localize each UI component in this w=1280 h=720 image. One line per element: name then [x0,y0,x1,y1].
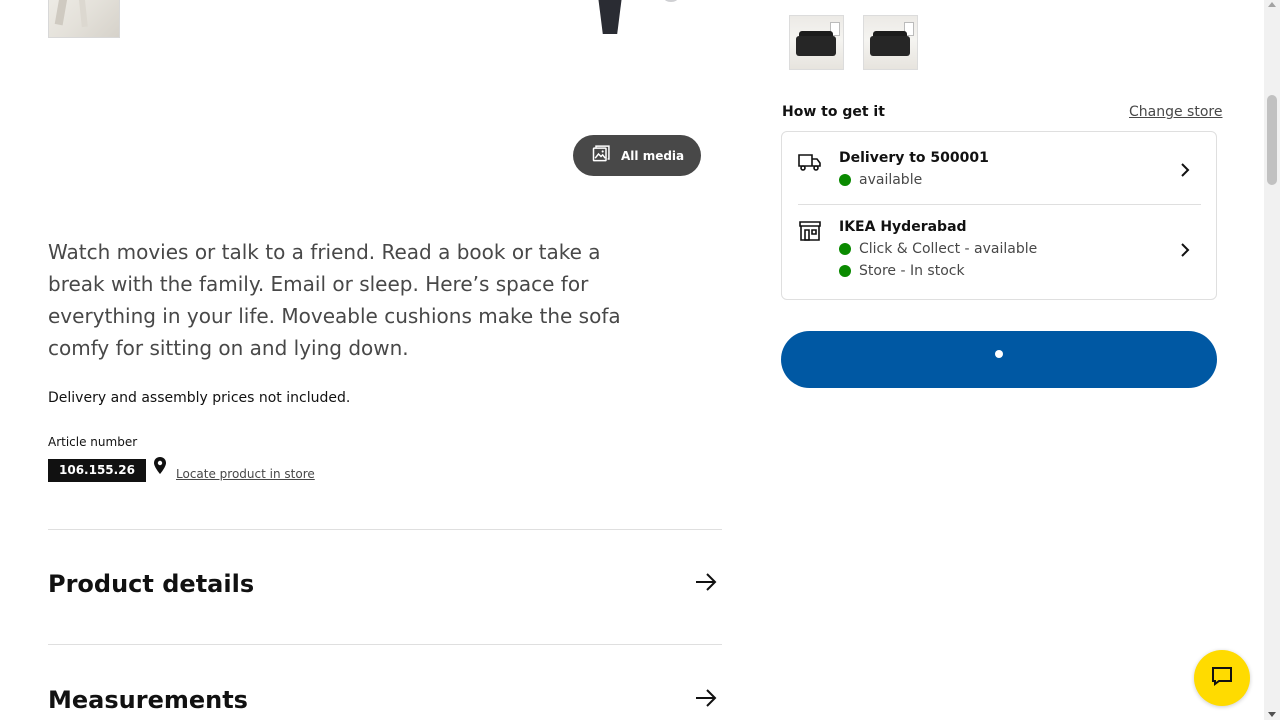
all-media-label: All media [621,148,685,163]
chat-button[interactable] [1194,650,1250,706]
product-image-fragment-detail [664,0,678,2]
scroll-up-arrow[interactable] [1268,2,1276,7]
gallery-thumbnail[interactable] [48,0,120,38]
delivery-status-text: available [859,172,923,188]
section-title: Product details [48,570,255,598]
store-heading: IKEA Hyderabad [839,219,967,235]
scroll-thumb[interactable] [1267,95,1277,185]
scroll-down-arrow[interactable] [1268,712,1276,717]
section-divider [48,529,722,530]
arrow-right-icon [694,686,722,714]
card-divider [798,204,1201,205]
click-collect-status: Click & Collect - available [839,241,1037,257]
availability-card: Delivery to 500001 available IKEA Hydera… [781,131,1217,300]
store-stock-text: Store - In stock [859,263,965,279]
variant-thumbnail[interactable] [863,15,918,70]
store-icon [798,219,822,243]
location-pin-icon [153,457,167,479]
add-to-bag-button[interactable] [781,331,1217,388]
chevron-right-icon [1177,242,1193,258]
how-to-get-it-title: How to get it [782,104,885,120]
article-number-badge: 106.155.26 [48,459,146,482]
change-store-link[interactable]: Change store [1129,104,1222,120]
arrow-right-icon [694,570,722,598]
all-media-button[interactable]: All media [573,135,701,176]
chevron-right-icon [1177,162,1193,178]
click-collect-text: Click & Collect - available [859,241,1038,257]
available-dot [839,265,851,277]
article-number-label: Article number [48,435,138,449]
truck-icon [798,150,822,174]
page-scrollbar[interactable] [1264,0,1280,720]
product-description: Watch movies or talk to a friend. Read a… [48,240,621,360]
delivery-option[interactable]: Delivery to 500001 available [798,150,1201,196]
product-page: All media Watch movies or talk to a frie… [0,0,1264,720]
locate-product-link[interactable]: Locate product in store [176,467,315,481]
variant-thumbnail[interactable] [789,15,844,70]
image-gallery-icon [591,144,611,167]
locate-in-store[interactable]: Locate product in store [153,455,315,481]
delivery-heading: Delivery to 500001 [839,150,989,166]
loading-indicator [995,349,1003,358]
store-option[interactable]: IKEA Hyderabad Click & Collect - availab… [798,219,1201,285]
chat-icon [1210,664,1234,692]
available-dot [839,174,851,186]
product-image-fragment [598,0,622,34]
product-details-section[interactable]: Product details [48,570,722,598]
price-note: Delivery and assembly prices not include… [48,390,351,406]
available-dot [839,243,851,255]
delivery-status: available [839,172,922,188]
store-stock-status: Store - In stock [839,263,965,279]
section-divider [48,644,722,645]
measurements-section[interactable]: Measurements [48,686,722,714]
section-title: Measurements [48,686,248,714]
